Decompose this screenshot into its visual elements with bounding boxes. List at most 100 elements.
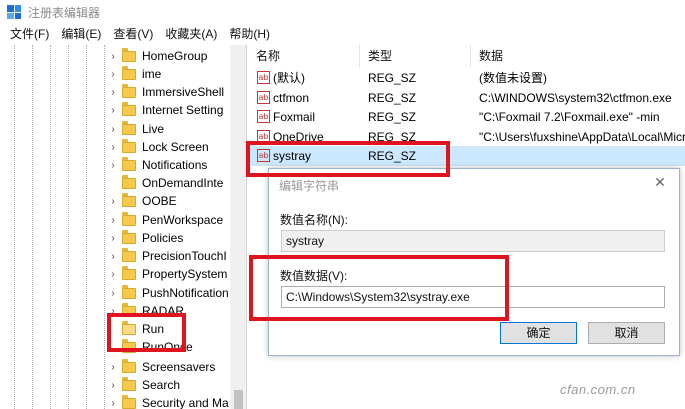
value-data: C:\WINDOWS\system32\ctfmon.exe bbox=[479, 90, 672, 105]
close-icon[interactable]: ✕ bbox=[653, 174, 667, 191]
folder-icon bbox=[122, 83, 136, 98]
tree-item-label: HomeGroup bbox=[142, 49, 208, 63]
tree-item-precisiontouchpad[interactable]: › PrecisionTouchI bbox=[108, 247, 233, 265]
string-value-icon: ab bbox=[257, 149, 270, 163]
menu-favorites[interactable]: 收藏夹(A) bbox=[159, 24, 223, 45]
folder-icon bbox=[122, 65, 136, 80]
value-name: systray bbox=[273, 148, 312, 163]
chevron-right-icon[interactable]: › bbox=[108, 233, 118, 244]
tree-item-search[interactable]: › Search bbox=[108, 376, 233, 394]
tree-item-security-and-maintenance[interactable]: › Security and Ma bbox=[108, 394, 233, 409]
folder-icon bbox=[122, 265, 136, 280]
list-row-ctfmon[interactable]: ab ctfmon REG_SZ C:\WINDOWS\system32\ctfm… bbox=[248, 88, 685, 108]
ok-button[interactable]: 确定 bbox=[500, 322, 577, 344]
tree-item-label: Screensavers bbox=[142, 360, 216, 374]
tree-item-runonce[interactable]: RunOnce bbox=[108, 338, 233, 356]
tree-item-radar[interactable]: › RADAR bbox=[108, 302, 233, 320]
tree-item-pushnotifications[interactable]: › PushNotification bbox=[108, 284, 233, 302]
folder-icon bbox=[122, 192, 136, 207]
value-name: OneDrive bbox=[273, 129, 324, 144]
menu-help[interactable]: 帮助(H) bbox=[223, 24, 276, 45]
menu-bar: 文件(F) 编辑(E) 查看(V) 收藏夹(A) 帮助(H) bbox=[0, 24, 685, 45]
tree-item-label: ImmersiveShell bbox=[142, 85, 225, 99]
chevron-right-icon[interactable]: › bbox=[108, 362, 118, 373]
chevron-right-icon[interactable]: › bbox=[108, 51, 118, 62]
list-row-systray[interactable]: ab systray REG_SZ bbox=[248, 146, 685, 166]
regedit-icon bbox=[7, 5, 21, 19]
chevron-right-icon[interactable]: › bbox=[108, 398, 118, 409]
chevron-right-icon[interactable]: › bbox=[108, 124, 118, 135]
list-row-onedrive[interactable]: ab OneDrive REG_SZ "C:\Users\fuxshine\App… bbox=[248, 127, 685, 147]
tree-item-propertysystem[interactable]: › PropertySystem bbox=[108, 265, 233, 283]
folder-icon bbox=[122, 394, 136, 409]
folder-icon bbox=[122, 229, 136, 244]
tree-item-label: Policies bbox=[142, 231, 184, 245]
dialog-title: 编辑字符串 bbox=[279, 179, 340, 193]
tree-item-label: Internet Setting bbox=[142, 103, 224, 117]
tree-item-label: Live bbox=[142, 122, 165, 136]
tree-item-ime[interactable]: › ime bbox=[108, 65, 233, 83]
tree-item-label: PushNotification bbox=[142, 286, 229, 300]
tree-item-oobe[interactable]: › OOBE bbox=[108, 192, 233, 210]
tree-item-label: Run bbox=[142, 322, 165, 336]
string-value-icon: ab bbox=[257, 71, 270, 85]
chevron-right-icon[interactable]: › bbox=[108, 105, 118, 116]
menu-edit[interactable]: 编辑(E) bbox=[55, 24, 107, 45]
registry-tree[interactable]: › HomeGroup › ime › ImmersiveShell › Interne… bbox=[0, 45, 247, 409]
value-data-input[interactable]: C:\Windows\System32\systray.exe bbox=[281, 286, 665, 308]
folder-icon bbox=[122, 174, 136, 189]
tree-item-homegroup[interactable]: › HomeGroup bbox=[108, 47, 233, 65]
column-header-data[interactable]: 数据 bbox=[471, 45, 685, 67]
tree-item-notifications[interactable]: › Notifications bbox=[108, 156, 233, 174]
value-data: "C:\Users\fuxshine\AppData\Local\Micr bbox=[479, 129, 685, 144]
chevron-right-icon[interactable]: › bbox=[108, 306, 118, 317]
edit-string-dialog: 编辑字符串 ✕ 数值名称(N): systray 数值数据(V): C:\Win… bbox=[268, 168, 680, 356]
folder-icon bbox=[122, 47, 136, 62]
menu-view[interactable]: 查看(V) bbox=[107, 24, 159, 45]
chevron-right-icon[interactable]: › bbox=[108, 160, 118, 171]
chevron-right-icon[interactable]: › bbox=[108, 69, 118, 80]
chevron-right-icon[interactable]: › bbox=[108, 87, 118, 98]
value-type: REG_SZ bbox=[368, 90, 417, 105]
tree-item-live[interactable]: › Live bbox=[108, 120, 233, 138]
tree-item-label: OnDemandInte bbox=[142, 176, 224, 190]
title-bar: 注册表编辑器 bbox=[0, 0, 685, 24]
chevron-right-icon[interactable]: › bbox=[108, 269, 118, 280]
tree-guide-line bbox=[14, 45, 15, 409]
value-data: (数值未设置) bbox=[479, 71, 547, 86]
tree-item-label: PrecisionTouchI bbox=[142, 249, 227, 263]
column-header-name[interactable]: 名称 bbox=[248, 45, 360, 67]
tree-item-run[interactable]: Run bbox=[108, 320, 233, 338]
tree-item-screensavers[interactable]: › Screensavers bbox=[108, 358, 233, 376]
folder-open-icon bbox=[122, 320, 136, 335]
cancel-button[interactable]: 取消 bbox=[588, 322, 665, 344]
tree-item-internet-settings[interactable]: › Internet Setting bbox=[108, 101, 233, 119]
chevron-right-icon[interactable]: › bbox=[108, 288, 118, 299]
tree-guide-line bbox=[32, 45, 33, 409]
tree-guide-line bbox=[68, 45, 69, 409]
chevron-right-icon[interactable]: › bbox=[108, 215, 118, 226]
list-row-default[interactable]: ab (默认) REG_SZ (数值未设置) bbox=[248, 68, 685, 88]
tree-scrollbar[interactable] bbox=[230, 45, 246, 409]
folder-icon bbox=[122, 101, 136, 116]
folder-icon bbox=[122, 156, 136, 171]
column-header-type[interactable]: 类型 bbox=[360, 45, 471, 67]
tree-item-policies[interactable]: › Policies bbox=[108, 229, 233, 247]
tree-guide-line bbox=[104, 45, 105, 409]
list-row-foxmail[interactable]: ab Foxmail REG_SZ "C:\Foxmail 7.2\Foxmail… bbox=[248, 107, 685, 127]
tree-item-ondemandinterface[interactable]: OnDemandInte bbox=[108, 174, 233, 192]
tree-item-label: RADAR bbox=[142, 304, 185, 318]
menu-file[interactable]: 文件(F) bbox=[4, 24, 55, 45]
tree-item-lock-screen[interactable]: › Lock Screen bbox=[108, 138, 233, 156]
tree-guide-line bbox=[50, 45, 51, 409]
tree-item-label: Notifications bbox=[142, 158, 208, 172]
scrollbar-thumb[interactable] bbox=[234, 390, 243, 409]
tree-item-immersiveshell[interactable]: › ImmersiveShell bbox=[108, 83, 233, 101]
tree-item-penworkspace[interactable]: › PenWorkspace bbox=[108, 211, 233, 229]
watermark-text: cfan.com.cn bbox=[560, 382, 636, 397]
chevron-right-icon[interactable]: › bbox=[108, 142, 118, 153]
chevron-right-icon[interactable]: › bbox=[108, 196, 118, 207]
chevron-right-icon[interactable]: › bbox=[108, 380, 118, 391]
folder-icon bbox=[122, 358, 136, 373]
chevron-right-icon[interactable]: › bbox=[108, 251, 118, 262]
